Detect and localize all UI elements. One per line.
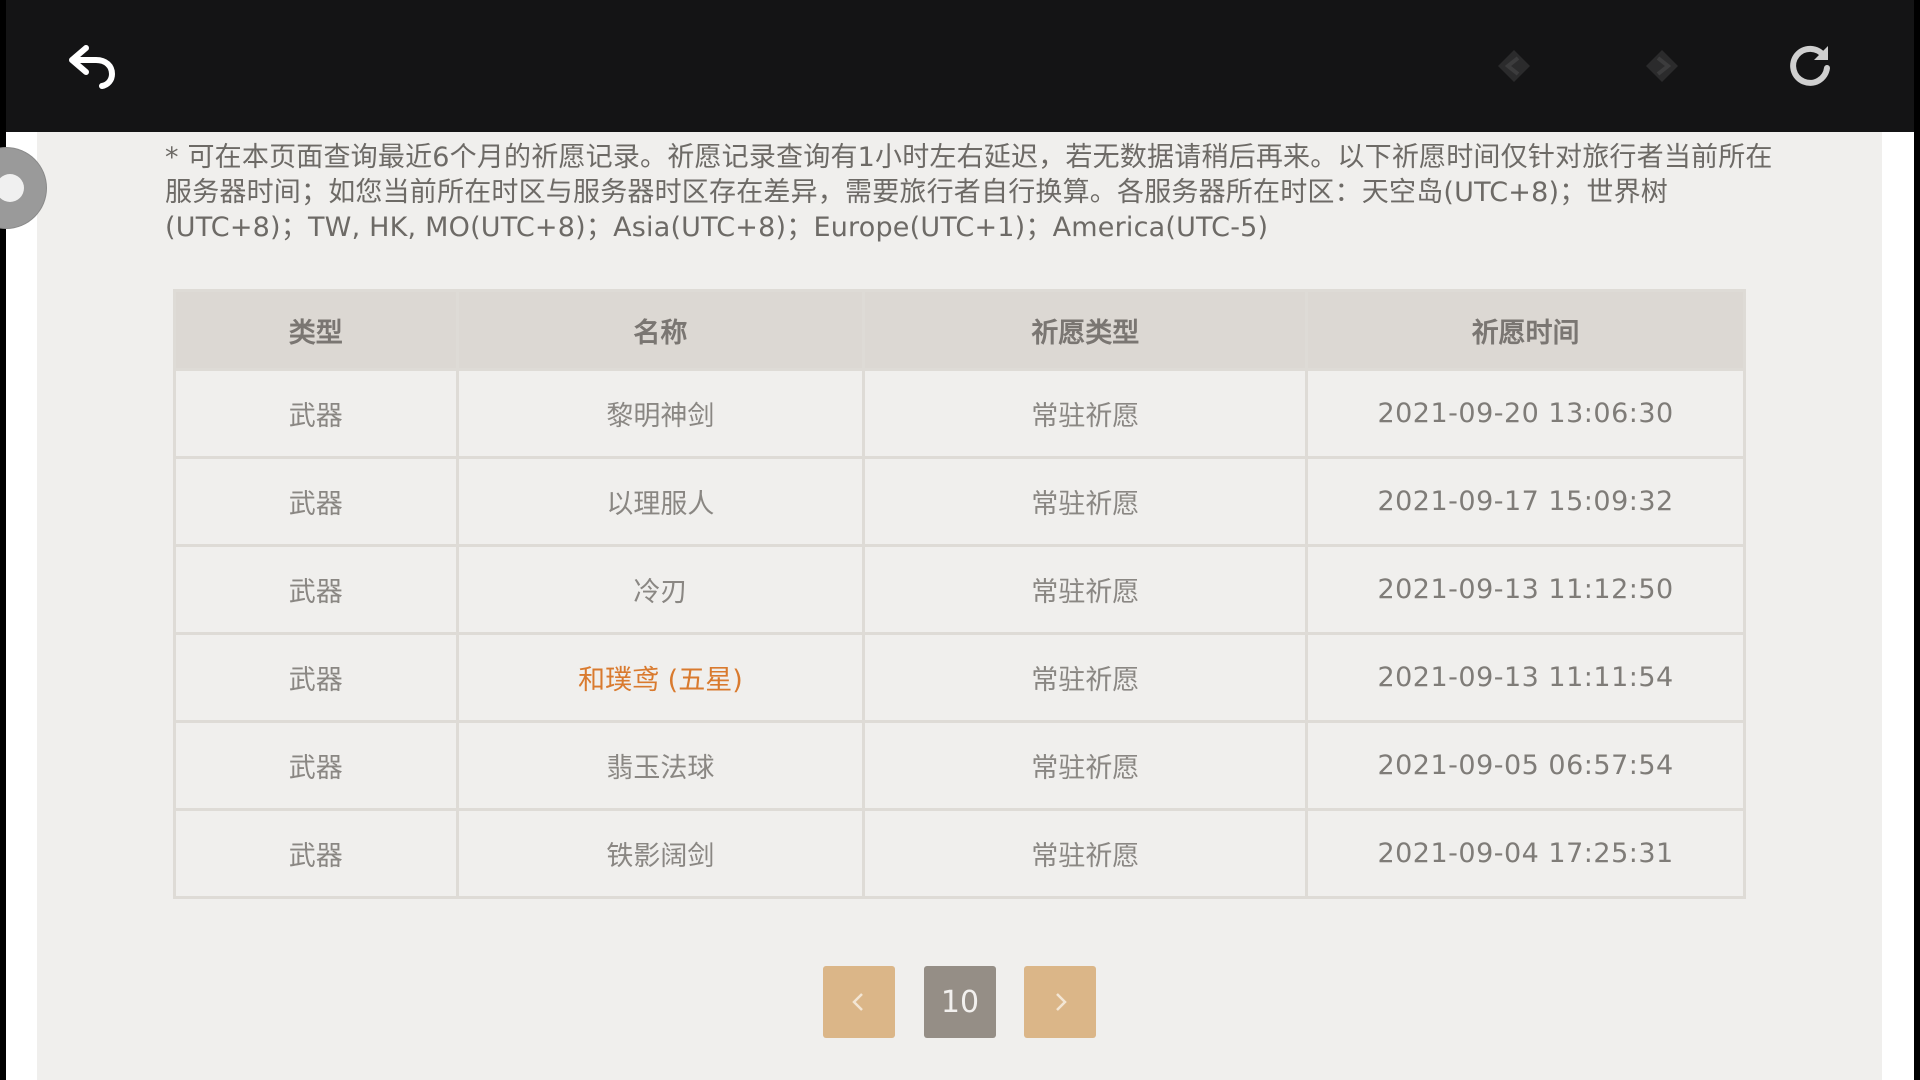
chevron-left-icon	[852, 993, 863, 1011]
table-row: 武器 和璞鸢 (五星) 常驻祈愿 2021-09-13 11:11:54	[173, 632, 1746, 723]
table-row: 武器 翡玉法球 常驻祈愿 2021-09-05 06:57:54	[173, 720, 1746, 811]
refresh-icon	[1790, 45, 1830, 86]
header-type: 类型	[173, 289, 459, 371]
back-arrow-icon	[69, 45, 116, 89]
cell-type: 武器	[173, 368, 459, 459]
pager-next-button[interactable]	[1024, 966, 1096, 1038]
cell-wish-time: 2021-09-13 11:12:50	[1305, 544, 1746, 635]
header-wish-time: 祈愿时间	[1305, 289, 1746, 371]
cell-name-five-star: 和璞鸢 (五星)	[455, 632, 866, 723]
cell-wish-time: 2021-09-05 06:57:54	[1305, 720, 1746, 811]
cell-name: 翡玉法球	[455, 720, 866, 811]
cell-type: 武器	[173, 808, 459, 899]
cell-type: 武器	[173, 720, 459, 811]
cell-type: 武器	[173, 632, 459, 723]
wish-history-content: * 可在本页面查询最近6个月的祈愿记录。祈愿记录查询有1小时左右延迟，若无数据请…	[37, 132, 1882, 1080]
header-name: 名称	[455, 289, 866, 371]
cell-wish-type: 常驻祈愿	[862, 720, 1309, 811]
prev-page-button[interactable]	[1484, 36, 1544, 96]
next-page-button[interactable]	[1632, 36, 1692, 96]
screen: * 可在本页面查询最近6个月的祈愿记录。祈愿记录查询有1小时左右延迟，若无数据请…	[0, 0, 1920, 1080]
cell-wish-time: 2021-09-20 13:06:30	[1305, 368, 1746, 459]
right-edge	[1882, 132, 1914, 1080]
pager-current-page[interactable]: 10	[924, 966, 996, 1038]
table-row: 武器 冷刃 常驻祈愿 2021-09-13 11:12:50	[173, 544, 1746, 635]
cell-wish-type: 常驻祈愿	[862, 456, 1309, 547]
cell-wish-time: 2021-09-17 15:09:32	[1305, 456, 1746, 547]
table-row: 武器 铁影阔剑 常驻祈愿 2021-09-04 17:25:31	[173, 808, 1746, 899]
cell-wish-type: 常驻祈愿	[862, 632, 1309, 723]
back-button[interactable]	[62, 36, 122, 96]
cell-name: 铁影阔剑	[455, 808, 866, 899]
cell-name: 黎明神剑	[455, 368, 866, 459]
left-edge	[6, 132, 37, 1080]
cell-wish-time: 2021-09-04 17:25:31	[1305, 808, 1746, 899]
wish-history-table: 类型 名称 祈愿类型 祈愿时间 武器 黎明神剑 常驻祈愿 2021-09-20 …	[173, 289, 1746, 899]
table-row: 武器 黎明神剑 常驻祈愿 2021-09-20 13:06:30	[173, 368, 1746, 459]
cell-wish-type: 常驻祈愿	[862, 368, 1309, 459]
table-header-row: 类型 名称 祈愿类型 祈愿时间	[173, 289, 1746, 371]
cell-wish-type: 常驻祈愿	[862, 544, 1309, 635]
pager-prev-button[interactable]	[823, 966, 895, 1038]
cell-type: 武器	[173, 456, 459, 547]
cell-wish-type: 常驻祈愿	[862, 808, 1309, 899]
notice-text: * 可在本页面查询最近6个月的祈愿记录。祈愿记录查询有1小时左右延迟，若无数据请…	[165, 142, 1773, 243]
cell-wish-time: 2021-09-13 11:11:54	[1305, 632, 1746, 723]
cell-name: 冷刃	[455, 544, 866, 635]
chevron-right-icon	[1056, 993, 1067, 1011]
refresh-button[interactable]	[1780, 36, 1840, 96]
top-toolbar	[6, 0, 1914, 132]
cell-name: 以理服人	[455, 456, 866, 547]
prev-diamond-icon	[1498, 50, 1530, 82]
table-row: 武器 以理服人 常驻祈愿 2021-09-17 15:09:32	[173, 456, 1746, 547]
header-wish-type: 祈愿类型	[862, 289, 1309, 371]
cell-type: 武器	[173, 544, 459, 635]
next-diamond-icon	[1646, 50, 1678, 82]
